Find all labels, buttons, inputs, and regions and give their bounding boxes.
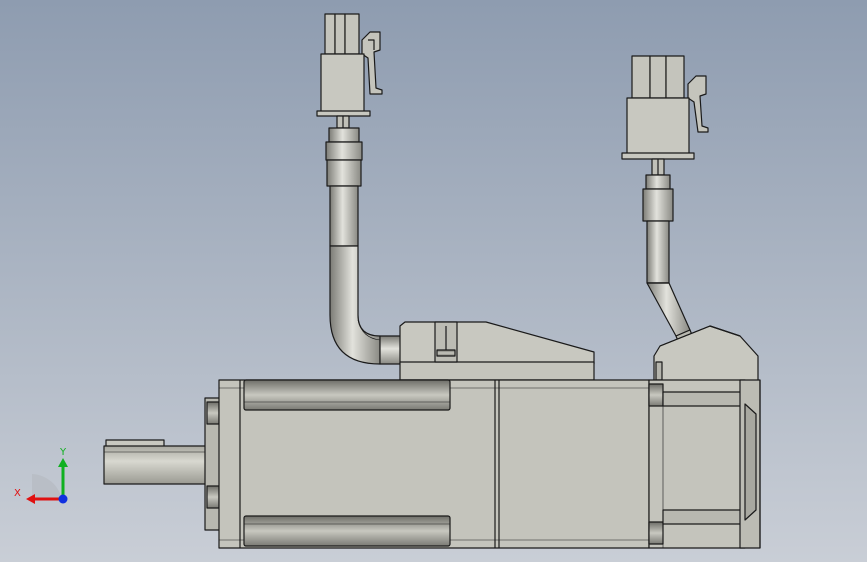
motor-housing xyxy=(218,379,650,549)
encoder-housing xyxy=(648,379,761,549)
y-axis-label: Y xyxy=(59,447,67,458)
cad-viewport[interactable]: Y X xyxy=(0,0,867,562)
z-axis-dot xyxy=(58,494,68,504)
motor-shaft xyxy=(103,439,209,485)
x-axis-label: X xyxy=(14,488,21,499)
cad-scene[interactable]: Y X xyxy=(0,0,867,562)
